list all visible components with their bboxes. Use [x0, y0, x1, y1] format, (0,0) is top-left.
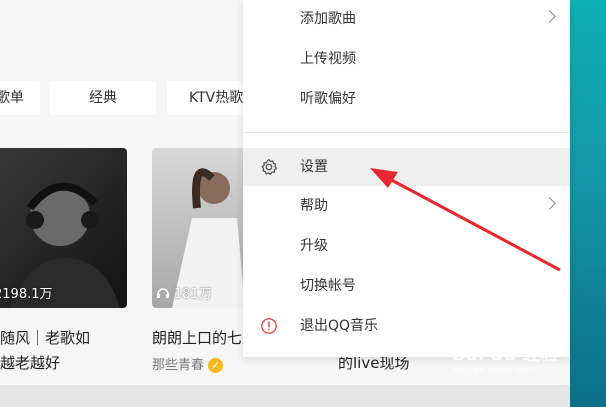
baidu-watermark: Bai du 经验 jingyan.baidu.com [452, 344, 559, 376]
